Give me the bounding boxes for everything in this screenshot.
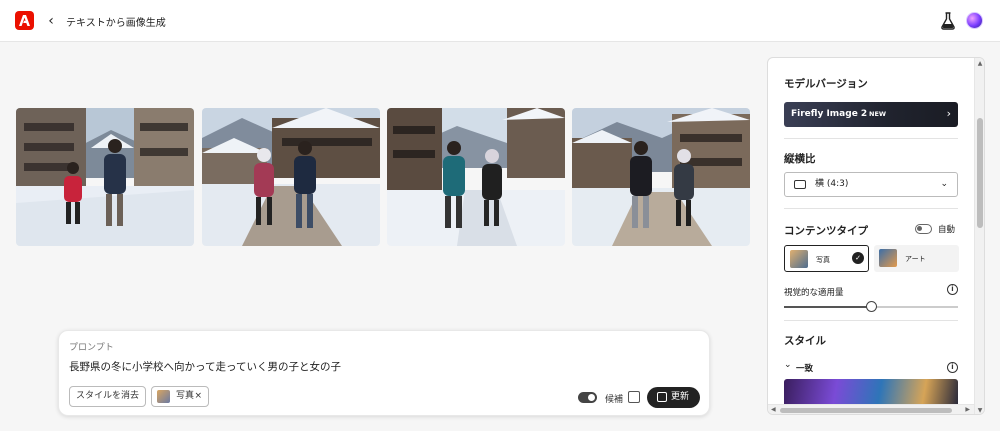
scroll-up-icon[interactable]: ▲ bbox=[976, 60, 984, 67]
photo-style-chip[interactable]: 写真 × bbox=[151, 386, 209, 407]
vertical-scrollbar[interactable]: ▲ ▼ bbox=[974, 58, 984, 414]
slider-handle[interactable] bbox=[865, 301, 877, 312]
horizontal-scrollbar[interactable]: ◀ ▶ bbox=[768, 404, 974, 414]
slider-fill bbox=[784, 306, 871, 308]
adobe-logo[interactable] bbox=[15, 11, 34, 30]
model-version-card[interactable]: Firefly Image 2 NEW › bbox=[784, 102, 958, 127]
new-badge: NEW bbox=[869, 110, 887, 118]
info-icon[interactable]: i bbox=[947, 362, 958, 373]
app-header: ‹ テキストから画像生成 bbox=[0, 0, 1000, 42]
photo-thumbnail bbox=[790, 250, 808, 268]
generated-image-1[interactable] bbox=[16, 108, 194, 246]
chevron-down-icon[interactable]: ⌄ bbox=[784, 360, 792, 370]
generated-image-2[interactable] bbox=[202, 108, 380, 246]
flask-icon[interactable] bbox=[940, 12, 956, 30]
divider bbox=[784, 138, 958, 139]
style-group-label: 一致 bbox=[796, 364, 814, 374]
generated-image-4[interactable] bbox=[572, 108, 750, 246]
prompt-label: プロンプト bbox=[69, 343, 114, 353]
landscape-icon bbox=[794, 180, 806, 189]
auto-toggle[interactable] bbox=[915, 224, 932, 234]
visual-intensity-label: 視覚的な適用量 bbox=[784, 288, 844, 298]
scroll-right-icon[interactable]: ▶ bbox=[965, 406, 970, 413]
checkmark-icon: ✓ bbox=[852, 252, 864, 264]
photo-thumbnail bbox=[157, 390, 170, 403]
candidates-toggle[interactable] bbox=[578, 392, 597, 403]
clear-style-button[interactable]: スタイルを消去 bbox=[69, 386, 146, 407]
scroll-down-icon[interactable]: ▼ bbox=[976, 407, 984, 414]
scroll-left-icon[interactable]: ◀ bbox=[771, 406, 776, 413]
prompt-input[interactable]: 長野県の冬に小学校へ向かって走っていく男の子と女の子 bbox=[69, 359, 341, 374]
info-icon[interactable]: i bbox=[947, 284, 958, 295]
model-name: Firefly Image 2 bbox=[791, 109, 868, 119]
candidates-info-icon[interactable] bbox=[628, 391, 640, 403]
photo-chip-label: 写真 bbox=[176, 391, 195, 401]
auto-label: 自動 bbox=[938, 225, 956, 235]
share-icon bbox=[657, 392, 667, 402]
settings-panel: モデルバージョン Firefly Image 2 NEW › 縦横比 横 (4:… bbox=[767, 57, 985, 415]
prompt-panel: プロンプト 長野県の冬に小学校へ向かって走っていく男の子と女の子 スタイルを消去… bbox=[58, 330, 710, 416]
aspect-ratio-select[interactable]: 横 (4:3) ⌄ bbox=[784, 172, 958, 197]
candidates-label: 候補 bbox=[605, 395, 624, 405]
divider bbox=[784, 208, 958, 209]
aspect-ratio-value: 横 (4:3) bbox=[815, 179, 849, 189]
content-type-label: アート bbox=[905, 255, 926, 263]
style-thumbnail[interactable] bbox=[784, 379, 958, 404]
art-thumbnail bbox=[879, 249, 897, 267]
chevron-right-icon: › bbox=[946, 107, 951, 120]
chevron-down-icon: ⌄ bbox=[940, 179, 948, 189]
model-version-heading: モデルバージョン bbox=[784, 78, 868, 90]
aspect-ratio-heading: 縦横比 bbox=[784, 153, 816, 165]
page-title: テキストから画像生成 bbox=[66, 18, 166, 29]
style-heading: スタイル bbox=[784, 335, 826, 347]
remove-chip-icon[interactable]: × bbox=[194, 387, 202, 406]
scrollbar-thumb[interactable] bbox=[977, 118, 983, 228]
divider bbox=[784, 320, 958, 321]
content-type-art[interactable]: アート bbox=[874, 245, 959, 272]
content-type-photo[interactable]: 写真 ✓ bbox=[784, 245, 869, 272]
adobe-logo-mark bbox=[19, 15, 30, 26]
content-type-heading: コンテンツタイプ bbox=[784, 225, 868, 237]
content-type-label: 写真 bbox=[816, 256, 830, 264]
scrollbar-thumb[interactable] bbox=[780, 408, 952, 413]
generated-image-3[interactable] bbox=[387, 108, 565, 246]
user-avatar[interactable] bbox=[966, 12, 983, 29]
update-button[interactable]: 更新 bbox=[647, 387, 700, 408]
back-chevron-icon[interactable]: ‹ bbox=[44, 12, 58, 30]
update-label: 更新 bbox=[671, 392, 690, 402]
